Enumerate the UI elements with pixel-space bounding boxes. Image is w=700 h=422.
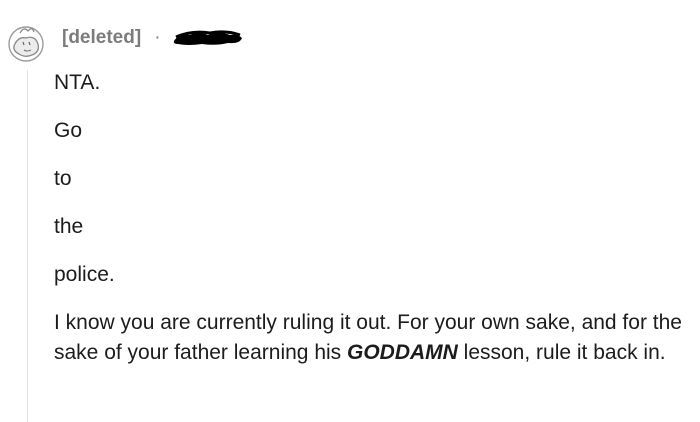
emphasized-word: GODDAMN — [347, 341, 458, 364]
paragraph-nta: NTA. — [54, 71, 101, 94]
author-username[interactable]: [deleted] — [62, 27, 141, 49]
deleted-user-avatar-icon[interactable] — [6, 22, 48, 64]
redacted-timestamp-scribble — [173, 30, 242, 45]
comment-body: NTA. Go to the police. I know you are cu… — [54, 68, 694, 368]
paragraph-the: the — [54, 215, 84, 238]
paragraph-go: Go — [54, 119, 83, 142]
comment-header: [deleted] · — [62, 26, 244, 50]
thread-line[interactable] — [27, 70, 28, 422]
final-text-end: lesson, rule it back in. — [457, 341, 666, 364]
meta-separator: · — [154, 27, 161, 48]
paragraph-final: I know you are currently ruling it out. … — [54, 308, 694, 368]
comment: [deleted] · NTA. Go to the police. I kno… — [0, 0, 700, 422]
paragraph-police: police. — [54, 263, 115, 286]
paragraph-to: to — [54, 167, 72, 190]
